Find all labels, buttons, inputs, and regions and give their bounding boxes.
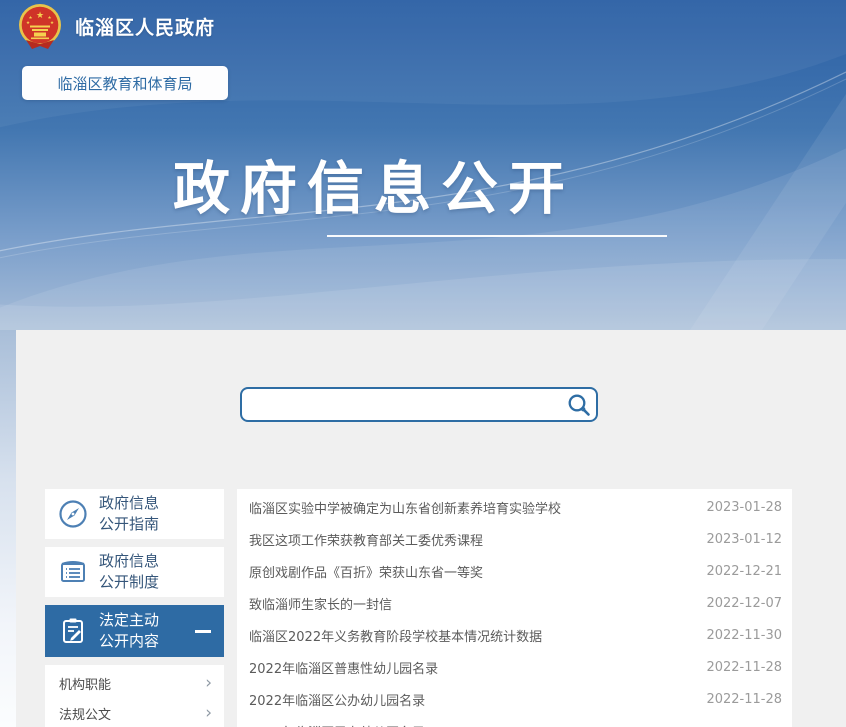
sidebar-item-label-line1: 政府信息 [99,551,159,572]
news-date: 2022-11-30 [706,628,782,643]
banner: ★ ★ ★ ★ ★ 临淄区人民政府 临淄区教育和体育局 政府信息公开 [0,0,846,330]
svg-text:★: ★ [36,11,44,21]
sidebar-item-label-line2: 公开制度 [99,572,159,593]
news-date: 2022-11-28 [706,692,782,707]
china-national-emblem-icon: ★ ★ ★ ★ ★ [18,3,62,50]
news-date: 2022-12-07 [706,596,782,611]
sidebar-submenu: 机构职能 › 法规公文 › [45,665,224,727]
news-title-link[interactable]: 原创戏剧作品《百折》荣获山东省一等奖 [249,562,483,581]
submenu-label: 法规公文 [59,704,111,723]
news-row[interactable]: 临淄区实验中学被确定为山东省创新素养培育实验学校 2023-01-28 [237,491,792,523]
news-row[interactable]: 临淄区2022年义务教育阶段学校基本情况统计数据 2022-11-30 [237,619,792,651]
sidebar-item-label-line2: 公开指南 [99,514,159,535]
news-date: 2022-11-28 [706,660,782,675]
news-title-link[interactable]: 我区这项工作荣获教育部关工委优秀课程 [249,530,483,549]
page-title: 政府信息公开 [173,143,575,225]
submenu-label: 机构职能 [59,674,111,693]
site-header: ★ ★ ★ ★ ★ 临淄区人民政府 [18,3,215,50]
news-date: 2023-01-12 [706,532,782,547]
sidebar-item-label-line2: 公开内容 [99,631,159,652]
sidebar-item-statutory-disclosure[interactable]: 法定主动 公开内容 [45,605,224,657]
page: ★ ★ ★ ★ ★ 临淄区人民政府 临淄区教育和体育局 政府信息公开 [0,0,846,727]
search-icon [566,392,592,418]
news-row[interactable]: 致临淄师生家长的一封信 2022-12-07 [237,587,792,619]
document-list-icon [57,556,89,588]
search-input[interactable] [242,389,562,420]
news-title-link[interactable]: 致临淄师生家长的一封信 [249,594,392,613]
chevron-right-icon: › [205,675,212,692]
news-row[interactable]: 2022年临淄区公办幼儿园名录 2022-11-28 [237,683,792,715]
news-title-link[interactable]: 临淄区2022年义务教育阶段学校基本情况统计数据 [249,626,542,645]
news-row[interactable]: 原创戏剧作品《百折》荣获山东省一等奖 2022-12-21 [237,555,792,587]
sidebar: 政府信息 公开指南 政府信息 公开制度 [45,489,224,727]
svg-text:★: ★ [50,20,54,26]
news-title-link[interactable]: 临淄区实验中学被确定为山东省创新素养培育实验学校 [249,498,561,517]
news-title-link[interactable]: 2022年临淄区公办幼儿园名录 [249,690,425,709]
content-area: 政府信息 公开指南 政府信息 公开制度 [16,330,846,727]
news-date: 2023-01-28 [706,500,782,515]
sidebar-item-label-line1: 政府信息 [99,493,159,514]
news-list: 临淄区实验中学被确定为山东省创新素养培育实验学校 2023-01-28 我区这项… [237,489,792,727]
news-title-link[interactable]: 2022年临淄区普惠性幼儿园名录 [249,658,438,677]
news-title-link[interactable]: 2022年临淄区民办幼儿园名录 [249,722,425,727]
sidebar-item-label-line1: 法定主动 [99,610,159,631]
news-date: 2022-12-21 [706,564,782,579]
sidebar-item-disclosure-system[interactable]: 政府信息 公开制度 [45,547,224,597]
compass-icon [57,498,89,530]
submenu-item-org-functions[interactable]: 机构职能 › [45,668,224,698]
news-row[interactable]: 2022年临淄区民办幼儿园名录 [237,715,792,727]
chevron-right-icon: › [205,705,212,722]
search-button[interactable] [562,389,596,420]
title-underline [327,235,667,237]
svg-text:★: ★ [26,20,30,26]
submenu-item-regulations[interactable]: 法规公文 › [45,698,224,727]
minus-icon [195,630,211,633]
search-box [240,387,598,422]
news-row[interactable]: 2022年临淄区普惠性幼儿园名录 2022-11-28 [237,651,792,683]
site-name: 临淄区人民政府 [75,13,215,40]
department-button[interactable]: 临淄区教育和体育局 [22,66,228,100]
news-row[interactable]: 我区这项工作荣获教育部关工委优秀课程 2023-01-12 [237,523,792,555]
sidebar-item-disclosure-guide[interactable]: 政府信息 公开指南 [45,489,224,539]
clipboard-pen-icon [57,615,89,647]
